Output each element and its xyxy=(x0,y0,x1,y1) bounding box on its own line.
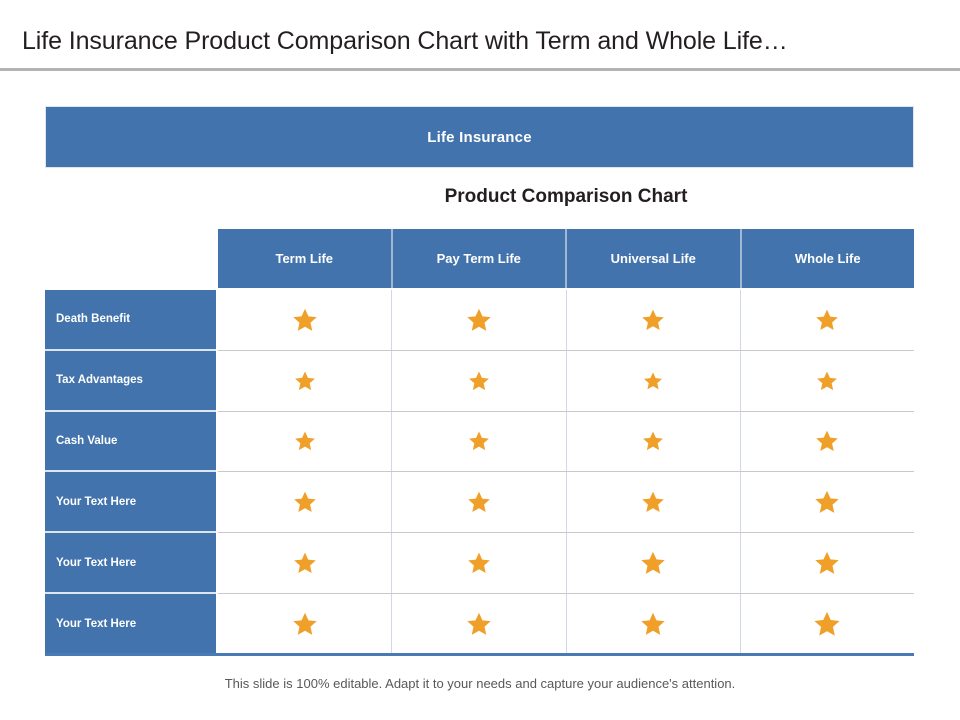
row-label-text: Your Text Here xyxy=(56,618,137,631)
row-label-text: Tax Advantages xyxy=(56,374,143,387)
editable-note: This slide is 100% editable. Adapt it to… xyxy=(224,676,736,691)
star-icon xyxy=(292,613,317,636)
row-label-death-benefit: Death Benefit xyxy=(45,290,216,351)
life-insurance-banner: Life Insurance xyxy=(45,106,914,168)
column-header-universal-life: Universal Life xyxy=(567,229,742,288)
page-title: Life Insurance Product Comparison Chart … xyxy=(22,27,788,55)
row-cells xyxy=(218,593,914,655)
table-cell xyxy=(218,411,393,472)
row-label-text: Cash Value xyxy=(56,434,118,447)
table-row: Your Text Here xyxy=(45,533,914,594)
star-icon xyxy=(642,491,664,513)
table-cell xyxy=(566,350,741,411)
star-icon xyxy=(292,308,317,331)
table-row: Your Text Here xyxy=(45,472,914,534)
star-icon xyxy=(468,371,489,390)
table-row: Your Text Here xyxy=(45,593,914,655)
table-cell xyxy=(566,533,741,593)
row-cells xyxy=(218,290,914,351)
chart-subtitle: Product Comparison Chart xyxy=(444,186,688,207)
star-icon xyxy=(817,371,838,390)
star-icon xyxy=(641,551,665,574)
row-label-tax-advantages: Tax Advantages xyxy=(45,350,216,412)
star-icon xyxy=(293,552,316,574)
table-cell xyxy=(740,350,914,411)
title-divider xyxy=(0,68,960,71)
table-cell xyxy=(392,411,567,472)
table-cell xyxy=(566,411,741,472)
table-cell xyxy=(392,533,567,593)
table-cell xyxy=(740,411,914,472)
table-cell xyxy=(392,350,567,411)
table-cell xyxy=(740,593,914,655)
table-cell xyxy=(740,533,914,593)
column-header-label: Whole Life xyxy=(794,251,861,266)
row-label-your-text-here-3: Your Text Here xyxy=(45,593,216,655)
row-label-cash-value: Cash Value xyxy=(45,411,216,473)
table-cell xyxy=(566,593,741,655)
column-header-whole-life: Whole Life xyxy=(741,229,914,288)
product-comparison-table: Term Life Pay Term Life Universal Life W… xyxy=(45,229,914,656)
row-label-text: Death Benefit xyxy=(56,313,131,326)
table-cell xyxy=(392,290,567,350)
table-body: Death Benefit Tax Advantages Cash Value … xyxy=(45,290,914,655)
column-header-term-life: Term Life xyxy=(218,229,393,288)
banner-title: Life Insurance xyxy=(427,128,532,146)
column-header-label: Pay Term Life xyxy=(436,251,521,266)
slide-title-bar: Life Insurance Product Comparison Chart … xyxy=(0,0,960,69)
star-icon xyxy=(815,491,840,514)
table-cell xyxy=(218,350,393,411)
star-icon xyxy=(814,612,840,637)
table-column-header-row: Term Life Pay Term Life Universal Life W… xyxy=(218,229,914,288)
table-cell xyxy=(566,472,741,533)
star-icon xyxy=(467,613,491,636)
column-header-label: Universal Life xyxy=(610,251,696,266)
star-icon xyxy=(467,308,491,331)
row-cells xyxy=(218,350,914,412)
table-bottom-border xyxy=(45,653,914,656)
star-icon xyxy=(641,613,665,636)
table-cell xyxy=(740,290,914,350)
row-label-your-text-here-1: Your Text Here xyxy=(45,472,216,534)
star-icon xyxy=(644,372,663,390)
table-cell xyxy=(218,472,393,533)
row-cells xyxy=(218,411,914,473)
star-icon xyxy=(642,309,664,330)
star-icon xyxy=(643,431,664,451)
table-cell xyxy=(566,290,741,350)
table-cell xyxy=(392,593,567,655)
row-cells xyxy=(218,533,914,594)
row-cells xyxy=(218,472,914,534)
row-label-your-text-here-2: Your Text Here xyxy=(45,533,216,594)
star-icon xyxy=(816,309,839,330)
table-cell xyxy=(740,472,914,533)
row-label-text: Your Text Here xyxy=(56,556,137,569)
star-icon xyxy=(468,491,490,513)
table-cell xyxy=(218,533,393,593)
column-header-label: Term Life xyxy=(275,251,334,266)
star-icon xyxy=(468,431,489,451)
column-header-pay-term-life: Pay Term Life xyxy=(392,229,567,288)
table-cell xyxy=(218,593,393,655)
table-row: Death Benefit xyxy=(45,290,914,351)
table-row: Cash Value xyxy=(45,411,914,473)
star-icon xyxy=(815,551,840,574)
star-icon xyxy=(294,431,315,451)
table-cell xyxy=(218,290,393,350)
row-label-text: Your Text Here xyxy=(56,495,137,508)
star-icon xyxy=(816,431,839,452)
star-icon xyxy=(468,552,490,574)
table-row: Tax Advantages xyxy=(45,350,914,412)
star-icon xyxy=(294,371,315,390)
table-cell xyxy=(392,472,567,533)
star-icon xyxy=(293,491,316,513)
